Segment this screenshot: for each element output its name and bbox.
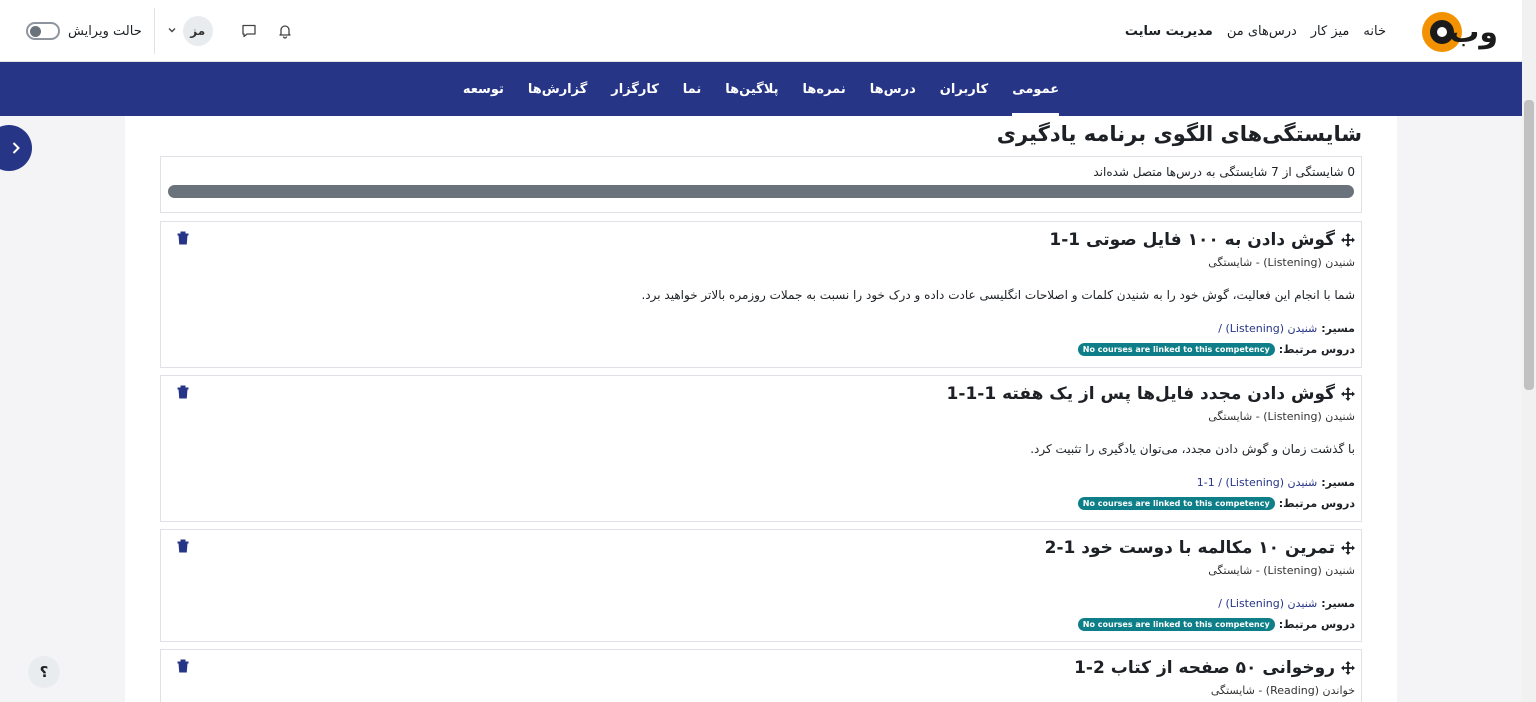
competency-card: گوش دادن مجدد فایل‌ها پس از یک هفته 1-1-…: [160, 375, 1362, 522]
open-drawer-button[interactable]: [0, 125, 32, 171]
path-link[interactable]: شنیدن (Listening) /: [1218, 597, 1317, 610]
toggle-knob: [30, 26, 41, 37]
top-navbar: وب خانه میز کار درس‌های من مدیریت سایت ح…: [0, 0, 1522, 62]
competency-title-row: گوش دادن به ۱۰۰ فایل صوتی 1-1: [1049, 230, 1355, 250]
messages-icon[interactable]: [235, 17, 263, 45]
competency-description: شما با انجام این فعالیت، گوش خود را به ش…: [641, 288, 1355, 302]
competency-description: با گذشت زمان و گوش دادن مجدد، می‌توان یا…: [1030, 442, 1355, 456]
linked-courses-label: دروس مرتبط:: [1278, 343, 1355, 356]
tab-reports[interactable]: گزارش‌ها: [516, 62, 599, 116]
trash-icon[interactable]: [177, 539, 189, 553]
move-icon[interactable]: [1341, 661, 1355, 675]
user-tools: حالت ویرایش مز: [22, 0, 299, 62]
scrollbar-thumb[interactable]: [1524, 100, 1534, 390]
summary-text: 0 شایستگی از 7 شایستگی به درس‌ها متصل شد…: [1093, 165, 1355, 179]
nav-my-courses[interactable]: درس‌های من: [1227, 24, 1297, 39]
linked-progress-bar: [168, 185, 1354, 198]
nav-dashboard[interactable]: میز کار: [1311, 24, 1350, 39]
page-title: شایستگی‌های الگوی برنامه یادگیری: [996, 122, 1362, 146]
tab-development[interactable]: توسعه: [451, 62, 516, 116]
move-icon[interactable]: [1341, 541, 1355, 555]
linked-courses-label: دروس مرتبط:: [1278, 497, 1355, 510]
competency-card: گوش دادن به ۱۰۰ فایل صوتی 1-1 شنیدن (Lis…: [160, 221, 1362, 368]
competency-summary: 0 شایستگی از 7 شایستگی به درس‌ها متصل شد…: [160, 156, 1362, 213]
linked-courses: دروس مرتبط: No courses are linked to thi…: [1077, 618, 1355, 631]
chevron-right-icon: [12, 142, 20, 154]
trash-icon[interactable]: [177, 385, 189, 399]
linked-courses-label: دروس مرتبط:: [1278, 618, 1355, 631]
no-courses-badge: No courses are linked to this competency: [1077, 343, 1275, 356]
path-link[interactable]: شنیدن (Listening) / 1-1: [1197, 476, 1317, 489]
tab-courses[interactable]: درس‌ها: [858, 62, 928, 116]
nav-home[interactable]: خانه: [1363, 24, 1386, 39]
path-label: مسیر:: [1321, 476, 1355, 489]
no-courses-badge: No courses are linked to this competency: [1077, 497, 1275, 510]
main-region: شایستگی‌های الگوی برنامه یادگیری 0 شایست…: [125, 116, 1397, 702]
competency-path: مسیر: شنیدن (Listening) /: [1218, 597, 1355, 610]
nav-site-admin[interactable]: مدیریت سایت: [1125, 24, 1213, 39]
competency-card: روخوانی ۵۰ صفحه از کتاب 2-1 خواندن (Read…: [160, 649, 1362, 702]
no-courses-badge: No courses are linked to this competency: [1077, 618, 1275, 631]
page-scrollbar[interactable]: [1522, 0, 1536, 702]
help-button[interactable]: ؟: [28, 656, 60, 688]
competency-framework: شنیدن (Listening) - شایستگی: [1208, 410, 1355, 423]
competency-framework: شنیدن (Listening) - شایستگی: [1208, 564, 1355, 577]
logo-graphic: وب: [1422, 12, 1498, 52]
competency-title-row: روخوانی ۵۰ صفحه از کتاب 2-1: [1074, 658, 1355, 678]
competency-path: مسیر: شنیدن (Listening) /: [1218, 322, 1355, 335]
chevron-down-icon[interactable]: [167, 25, 177, 38]
tab-grades[interactable]: نمره‌ها: [791, 62, 858, 116]
competency-title-row: تمرین ۱۰ مکالمه با دوست خود 1-2: [1045, 538, 1355, 558]
primary-navigation: خانه میز کار درس‌های من مدیریت سایت: [1125, 0, 1386, 62]
competency-card: تمرین ۱۰ مکالمه با دوست خود 1-2 شنیدن (L…: [160, 529, 1362, 642]
tab-appearance[interactable]: نما: [671, 62, 713, 116]
tab-general[interactable]: عمومی: [1000, 62, 1071, 116]
toolbar-divider: [153, 8, 155, 54]
secondary-navigation: عمومی کاربران درس‌ها نمره‌ها پلاگین‌ها ن…: [0, 62, 1522, 116]
tab-plugins[interactable]: پلاگین‌ها: [713, 62, 790, 116]
linked-courses: دروس مرتبط: No courses are linked to thi…: [1077, 497, 1355, 510]
competency-title-row: گوش دادن مجدد فایل‌ها پس از یک هفته 1-1-…: [947, 384, 1355, 404]
competency-path: مسیر: شنیدن (Listening) / 1-1: [1197, 476, 1355, 489]
path-label: مسیر:: [1321, 597, 1355, 610]
linked-courses: دروس مرتبط: No courses are linked to thi…: [1077, 343, 1355, 356]
trash-icon[interactable]: [177, 659, 189, 673]
competency-title: گوش دادن به ۱۰۰ فایل صوتی 1-1: [1049, 230, 1335, 250]
notification-bell-icon[interactable]: [271, 17, 299, 45]
user-avatar[interactable]: مز: [182, 16, 213, 46]
path-label: مسیر:: [1321, 322, 1355, 335]
competency-framework: خواندن (Reading) - شایستگی: [1210, 684, 1355, 697]
site-logo[interactable]: وب: [1420, 9, 1502, 55]
secondary-nav-list: عمومی کاربران درس‌ها نمره‌ها پلاگین‌ها ن…: [0, 62, 1522, 116]
trash-icon[interactable]: [177, 231, 189, 245]
edit-mode-label: حالت ویرایش: [68, 23, 142, 39]
competency-framework: شنیدن (Listening) - شایستگی: [1208, 256, 1355, 269]
tab-users[interactable]: کاربران: [928, 62, 1000, 116]
competency-title: گوش دادن مجدد فایل‌ها پس از یک هفته 1-1-…: [946, 384, 1335, 404]
path-link[interactable]: شنیدن (Listening) /: [1218, 322, 1317, 335]
move-icon[interactable]: [1341, 387, 1355, 401]
competency-title: تمرین ۱۰ مکالمه با دوست خود 1-2: [1044, 538, 1335, 558]
tab-server[interactable]: کارگزار: [599, 62, 671, 116]
competency-title: روخوانی ۵۰ صفحه از کتاب 2-1: [1074, 658, 1335, 678]
logo-text: وب: [1449, 15, 1498, 50]
move-icon[interactable]: [1341, 233, 1355, 247]
edit-mode-toggle[interactable]: [26, 22, 60, 40]
